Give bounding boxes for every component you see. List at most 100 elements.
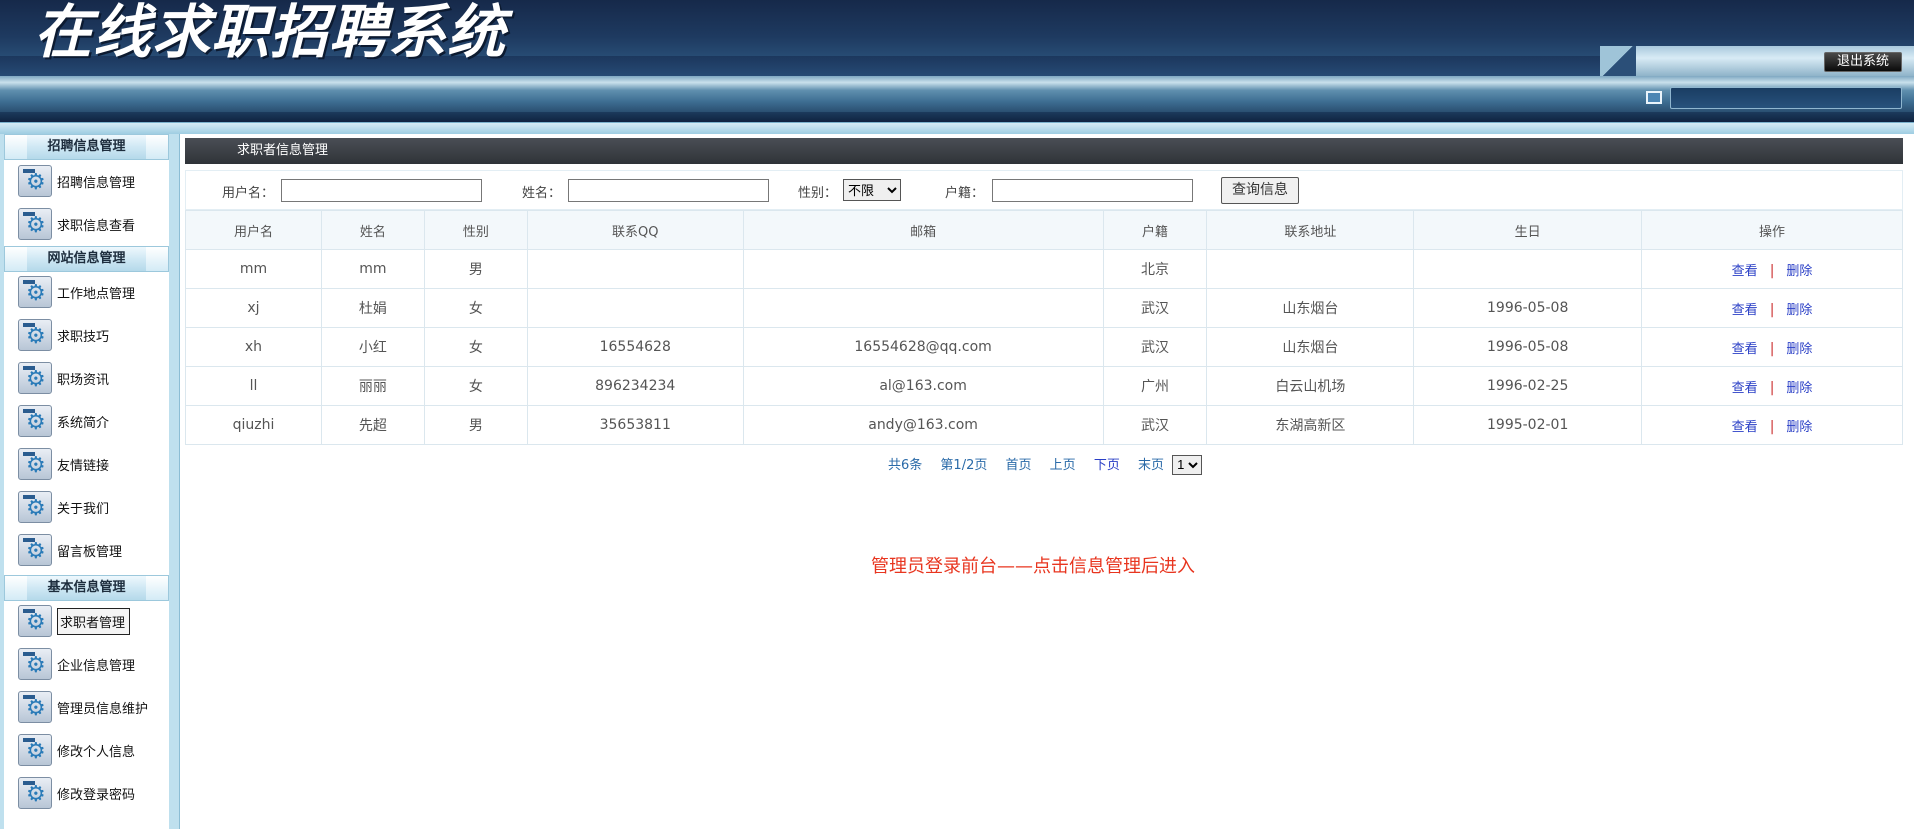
gear-icon	[18, 276, 52, 308]
pager-next-link[interactable]: 下页	[1094, 458, 1120, 473]
action-separator: |	[1769, 262, 1775, 279]
cell-name: mm	[320, 249, 425, 289]
gear-icon	[18, 319, 52, 351]
sidebar-group-label: 招聘信息管理	[47, 139, 126, 154]
cell-qq: 896234234	[526, 366, 744, 406]
hukou-input[interactable]	[992, 179, 1193, 202]
cell-name: 先超	[320, 405, 425, 445]
cell-email	[742, 249, 1104, 289]
sidebar-menu: 招聘信息管理 招聘信息管理 求职信息查看 网站信息管理 工作地点管理 求职技巧 …	[4, 134, 169, 829]
sidebar-item-label: 修改登录密码	[57, 787, 136, 803]
app-title: 在线求职招聘系统	[34, 0, 507, 66]
table-row: xj 杜娟 女 武汉 山东烟台 1996-05-08 查看 | 删除	[185, 288, 1903, 328]
sidebar-group-basic[interactable]: 基本信息管理	[4, 575, 169, 601]
sidebar-item-company-manage[interactable]: 企业信息管理	[18, 647, 135, 681]
cell-birthday: 1996-05-08	[1413, 327, 1643, 367]
username-label: 用户名：	[222, 186, 275, 201]
cell-hukou: 武汉	[1102, 288, 1208, 328]
sidebar-item-message-board[interactable]: 留言板管理	[18, 533, 122, 567]
page-select[interactable]: 1	[1172, 454, 1203, 475]
gear-icon	[18, 534, 52, 566]
jobseeker-table: 用户名 姓名 性别 联系QQ 邮箱 户籍 联系地址 生日 操作 mm mm 男 …	[185, 210, 1903, 445]
cell-gender: 男	[423, 405, 528, 445]
view-link[interactable]: 查看	[1732, 381, 1758, 396]
app-header: 在线求职招聘系统 退出系统	[0, 0, 1914, 122]
delete-link[interactable]: 删除	[1786, 420, 1812, 435]
cell-name: 丽丽	[320, 366, 425, 406]
gear-icon	[18, 448, 52, 480]
cell-actions: 查看 | 删除	[1641, 366, 1903, 406]
cell-address: 山东烟台	[1206, 327, 1415, 367]
view-link[interactable]: 查看	[1732, 303, 1758, 318]
delete-link[interactable]: 删除	[1786, 264, 1812, 279]
cell-gender: 女	[423, 288, 528, 328]
view-link[interactable]: 查看	[1732, 420, 1758, 435]
query-button[interactable]: 查询信息	[1221, 177, 1299, 204]
cell-actions: 查看 | 删除	[1641, 327, 1903, 367]
cell-birthday	[1413, 249, 1643, 289]
cell-username: mm	[185, 249, 322, 289]
pager-total: 共6条	[888, 458, 923, 473]
sidebar-item-edit-profile[interactable]: 修改个人信息	[18, 733, 135, 767]
sidebar-item-work-location[interactable]: 工作地点管理	[18, 275, 135, 309]
cell-actions: 查看 | 删除	[1641, 249, 1903, 289]
column-header-email: 邮箱	[742, 210, 1104, 250]
cell-email: andy@163.com	[742, 405, 1104, 445]
hukou-label: 户籍：	[945, 186, 985, 201]
cell-username: qiuzhi	[185, 405, 322, 445]
cell-qq: 16554628	[526, 327, 744, 367]
delete-link[interactable]: 删除	[1786, 381, 1812, 396]
sidebar-item-jobseeker-manage[interactable]: 求职者管理	[18, 604, 131, 638]
gear-icon	[18, 691, 52, 723]
sidebar-item-admin-maintain[interactable]: 管理员信息维护	[18, 690, 148, 724]
gender-select[interactable]: 不限	[843, 179, 901, 201]
sidebar-item-label: 留言板管理	[57, 544, 123, 560]
pager-last-link[interactable]: 末页	[1138, 458, 1164, 473]
sidebar-item-label: 管理员信息维护	[57, 701, 149, 717]
cell-qq: 35653811	[526, 405, 744, 445]
cell-hukou: 广州	[1102, 366, 1208, 406]
sidebar-item-job-view[interactable]: 求职信息查看	[18, 207, 135, 241]
table-row: mm mm 男 北京 查看 | 删除	[185, 249, 1903, 289]
view-link[interactable]: 查看	[1732, 264, 1758, 279]
pager-first-link[interactable]: 首页	[1006, 458, 1032, 473]
gear-icon	[18, 405, 52, 437]
sidebar-item-friend-links[interactable]: 友情链接	[18, 447, 109, 481]
sidebar-item-career-news[interactable]: 职场资讯	[18, 361, 109, 395]
sidebar-group-recruit[interactable]: 招聘信息管理	[4, 134, 169, 160]
column-header-address: 联系地址	[1206, 210, 1415, 250]
sidebar-item-label: 求职技巧	[57, 329, 110, 345]
logout-button[interactable]: 退出系统	[1824, 52, 1902, 72]
delete-link[interactable]: 删除	[1786, 303, 1812, 318]
sidebar-group-site[interactable]: 网站信息管理	[4, 246, 169, 272]
sidebar-item-system-intro[interactable]: 系统简介	[18, 404, 109, 438]
cell-qq	[526, 288, 744, 328]
sidebar-item-label: 职场资讯	[57, 372, 110, 388]
cell-birthday: 1995-02-01	[1413, 405, 1643, 445]
gear-icon	[18, 165, 52, 197]
action-separator: |	[1769, 379, 1775, 396]
gear-icon	[18, 605, 52, 637]
cell-name: 杜娟	[320, 288, 425, 328]
sidebar-item-change-password[interactable]: 修改登录密码	[18, 776, 135, 810]
search-bar: 用户名： 姓名： 性别： 不限 户籍： 查询信息	[185, 170, 1903, 210]
column-header-birthday: 生日	[1413, 210, 1643, 250]
username-input[interactable]	[281, 179, 482, 202]
sidebar-item-label: 系统简介	[57, 415, 110, 431]
cell-hukou: 武汉	[1102, 405, 1208, 445]
sidebar-item-recruit-manage[interactable]: 招聘信息管理	[18, 164, 135, 198]
sidebar-item-about-us[interactable]: 关于我们	[18, 490, 109, 524]
header-status-box	[1670, 87, 1902, 109]
sidebar-item-job-tips[interactable]: 求职技巧	[18, 318, 109, 352]
view-link[interactable]: 查看	[1732, 342, 1758, 357]
cell-gender: 女	[423, 366, 528, 406]
delete-link[interactable]: 删除	[1786, 342, 1812, 357]
cell-name: 小红	[320, 327, 425, 367]
panel-title: 求职者信息管理	[185, 138, 1903, 164]
gear-icon	[18, 208, 52, 240]
name-input[interactable]	[568, 179, 769, 202]
cell-gender: 女	[423, 327, 528, 367]
sidebar-group-label: 基本信息管理	[47, 580, 126, 595]
pager-prev-link[interactable]: 上页	[1050, 458, 1076, 473]
cell-qq	[526, 249, 744, 289]
